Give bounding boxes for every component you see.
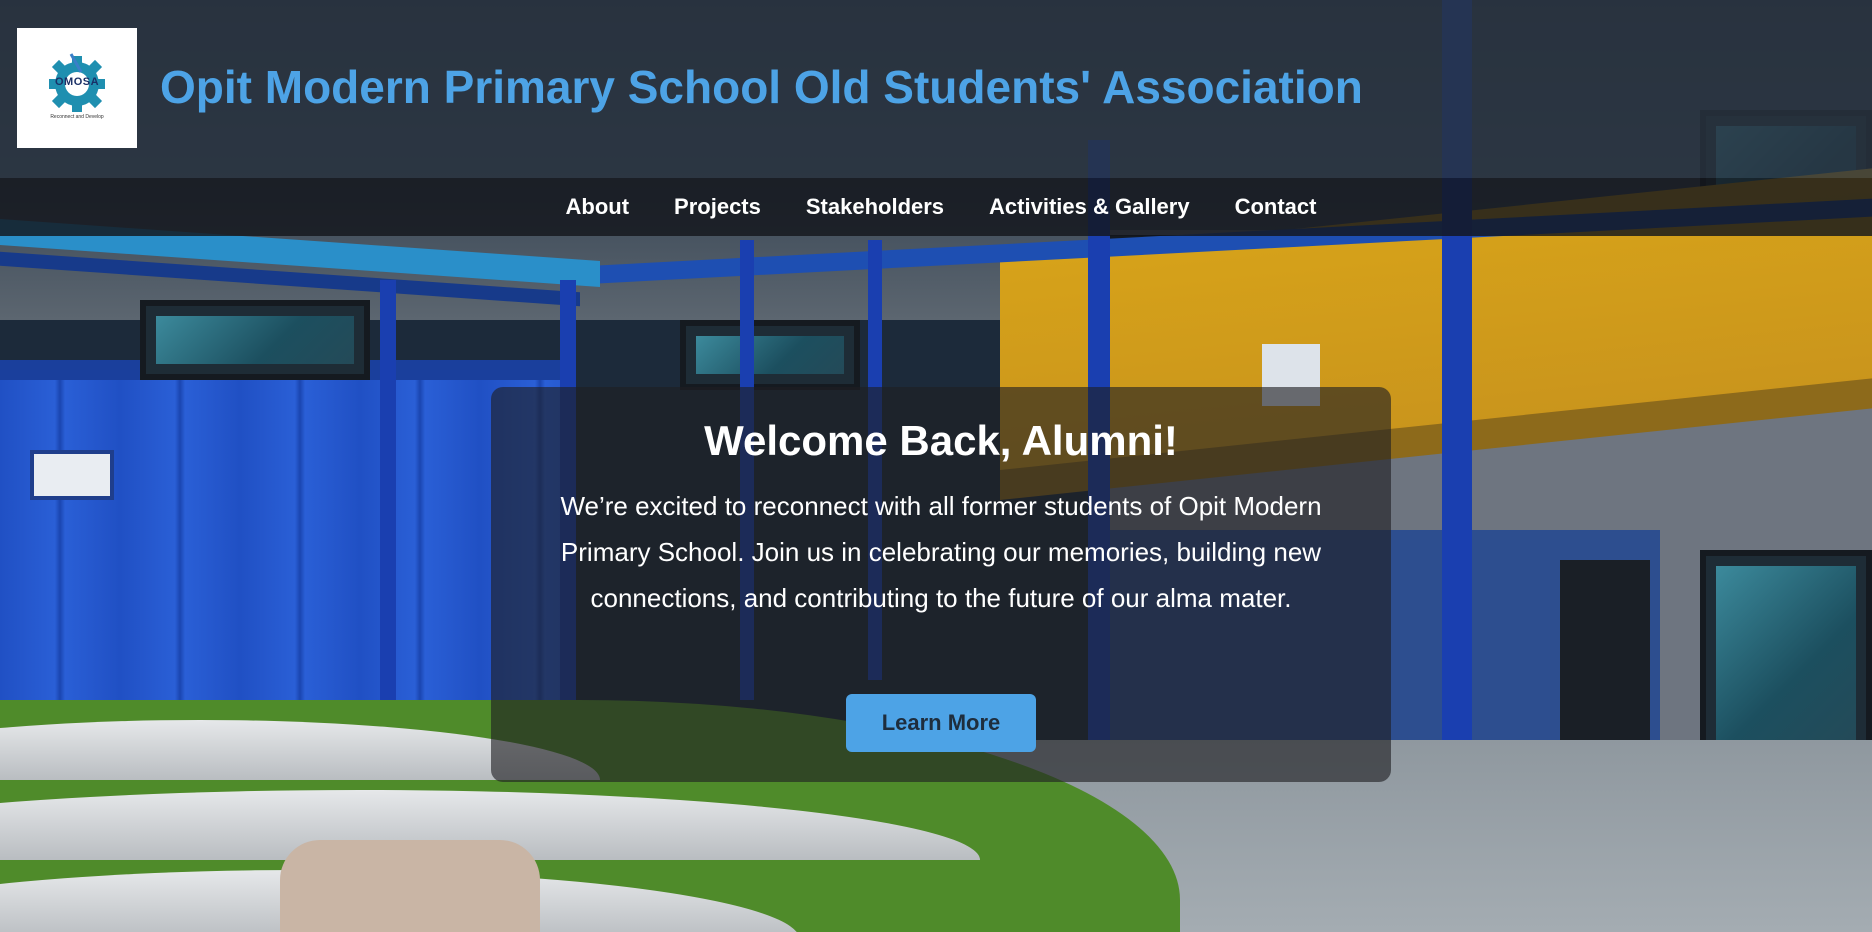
site-logo[interactable]: OMOSA Reconnect and Develop xyxy=(17,28,137,148)
site-header: OMOSA Reconnect and Develop Opit Modern … xyxy=(0,0,1872,178)
nav-contact[interactable]: Contact xyxy=(1235,194,1317,220)
logo-tagline: Reconnect and Develop xyxy=(50,114,104,120)
main-nav: About Projects Stakeholders Activities &… xyxy=(0,178,1872,236)
nav-activities-gallery[interactable]: Activities & Gallery xyxy=(989,194,1190,220)
logo-name: OMOSA xyxy=(54,76,100,88)
hero-welcome-card: Welcome Back, Alumni! We’re excited to r… xyxy=(491,387,1391,782)
nav-stakeholders[interactable]: Stakeholders xyxy=(806,194,944,220)
site-title: Opit Modern Primary School Old Students'… xyxy=(160,61,1363,113)
learn-more-button[interactable]: Learn More xyxy=(846,694,1036,752)
hero-description: We’re excited to reconnect with all form… xyxy=(560,491,1322,613)
nav-about[interactable]: About xyxy=(566,194,630,220)
nav-projects[interactable]: Projects xyxy=(674,194,761,220)
hero-title: Welcome Back, Alumni! xyxy=(704,417,1178,464)
